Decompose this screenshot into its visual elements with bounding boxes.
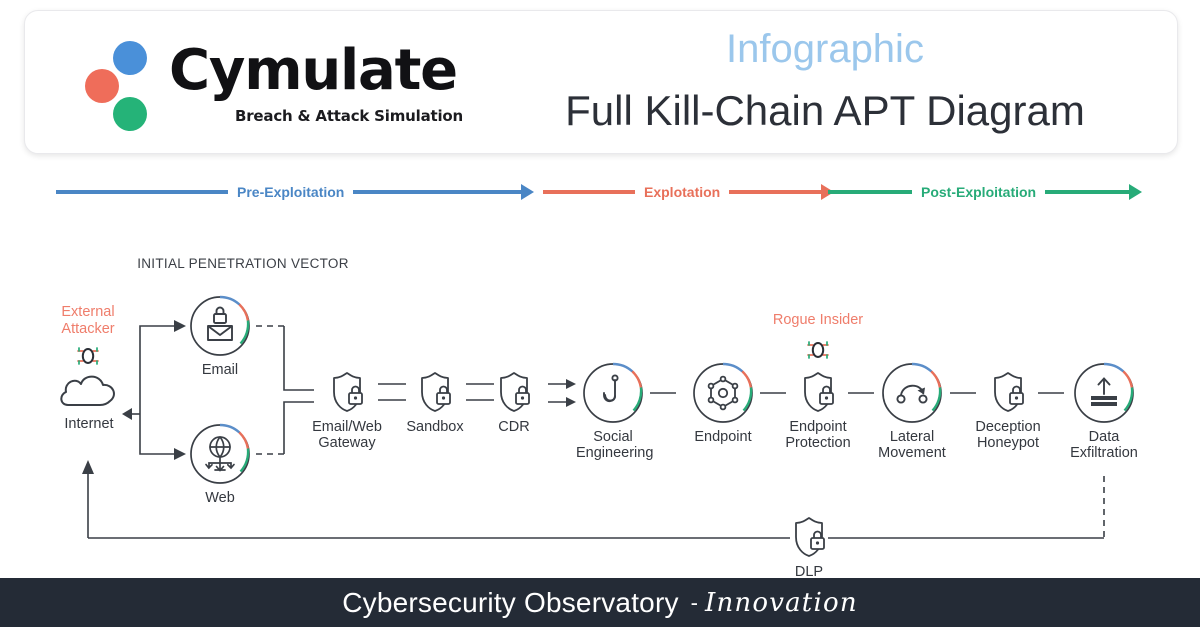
- footer-dash: -: [690, 589, 698, 615]
- circle-frame: [692, 362, 754, 424]
- node-label: CDR: [498, 419, 530, 435]
- circle-frame: [189, 295, 251, 357]
- node-label: Email/Web Gateway: [312, 419, 382, 452]
- footer-title: Cybersecurity Observatory: [342, 586, 679, 618]
- phase-label: Explotation: [644, 184, 721, 200]
- section-label-initial-penetration-vector: INITIAL PENETRATION VECTOR: [137, 256, 349, 271]
- node-data-exfiltration[interactable]: Data Exfiltration: [1067, 362, 1141, 462]
- page-title: Full Kill-Chain APT Diagram: [565, 87, 1085, 134]
- phase-arrow-icon: [1129, 184, 1143, 200]
- node-lateral-movement[interactable]: Lateral Movement: [875, 362, 949, 462]
- logo-dots: [85, 41, 157, 131]
- kill-chain-diagram: INITIAL PENETRATION VECTOR External Atta…: [0, 212, 1200, 580]
- node-email[interactable]: Email: [183, 295, 257, 378]
- phase-bar: Pre-Exploitation Explotation Post-Exploi…: [0, 172, 1200, 212]
- node-social-engineering[interactable]: Social Engineering: [576, 362, 654, 462]
- shield-lock-icon: [988, 370, 1028, 414]
- phase-label: Pre-Exploitation: [237, 184, 345, 200]
- node-label: Deception Honeypot: [975, 419, 1041, 452]
- phase-arrow-icon: [521, 184, 535, 200]
- node-deception-honeypot[interactable]: Deception Honeypot: [965, 370, 1051, 452]
- logo-tagline: Breach & Attack Simulation: [235, 107, 463, 125]
- phase-line-right: [729, 190, 822, 194]
- node-endpoint-protection[interactable]: Endpoint Protection: [775, 370, 861, 452]
- phase-line-left: [828, 190, 912, 194]
- node-label: Endpoint: [694, 429, 752, 445]
- phase-label: Post-Exploitation: [921, 184, 1037, 200]
- node-label: Sandbox: [406, 419, 464, 435]
- node-label: Social Engineering: [576, 429, 654, 462]
- header-card: Cymulate Breach & Attack Simulation Info…: [24, 10, 1178, 154]
- shield-lock-icon: [798, 370, 838, 414]
- shield-lock-icon: [415, 370, 455, 414]
- node-email-web-gateway[interactable]: Email/Web Gateway: [304, 370, 390, 452]
- node-label: Endpoint Protection: [785, 419, 851, 452]
- node-label: Internet: [64, 416, 114, 432]
- node-label: Email: [201, 362, 239, 378]
- node-cdr[interactable]: CDR: [471, 370, 557, 435]
- circle-frame: [1073, 362, 1135, 424]
- header-kicker: Infographic: [726, 27, 924, 71]
- node-internet[interactable]: Internet: [52, 367, 126, 432]
- footer-script-word: Innovation: [705, 587, 858, 618]
- circle-frame: [189, 423, 251, 485]
- circle-frame: [881, 362, 943, 424]
- shield-lock-icon: [494, 370, 534, 414]
- node-web[interactable]: Web: [183, 423, 257, 506]
- cymulate-logo: Cymulate Breach & Attack Simulation: [63, 27, 463, 137]
- node-dlp[interactable]: DLP: [766, 515, 852, 580]
- logo-dot-blue: [113, 41, 147, 75]
- shield-lock-icon: [789, 515, 829, 559]
- phase-exploitation: Explotation: [543, 172, 835, 212]
- bug-icon-external-attacker: [75, 345, 101, 367]
- label-rogue-insider: Rogue Insider: [772, 312, 864, 328]
- circle-frame: [582, 362, 644, 424]
- phase-post-exploitation: Post-Exploitation: [828, 172, 1143, 212]
- node-sandbox[interactable]: Sandbox: [392, 370, 478, 435]
- node-label: Web: [205, 490, 235, 506]
- shield-lock-icon: [327, 370, 367, 414]
- phase-line-right: [1045, 190, 1130, 194]
- logo-dot-red: [85, 69, 119, 103]
- phase-line-left: [543, 190, 635, 194]
- node-label: Lateral Movement: [878, 429, 946, 462]
- infographic-canvas: Cymulate Breach & Attack Simulation Info…: [0, 0, 1200, 627]
- node-endpoint[interactable]: Endpoint: [686, 362, 760, 445]
- phase-line-left: [56, 190, 228, 194]
- bug-icon-rogue-insider: [805, 339, 831, 361]
- node-label: Data Exfiltration: [1070, 429, 1138, 462]
- logo-dot-green: [113, 97, 147, 131]
- phase-line-right: [353, 190, 522, 194]
- footer-bar: Cybersecurity Observatory - Innovation: [0, 578, 1200, 627]
- cloud-icon: [58, 367, 120, 411]
- logo-wordmark: Cymulate: [169, 38, 458, 103]
- label-external-attacker: External Attacker: [61, 304, 115, 337]
- phase-pre-exploitation: Pre-Exploitation: [56, 172, 535, 212]
